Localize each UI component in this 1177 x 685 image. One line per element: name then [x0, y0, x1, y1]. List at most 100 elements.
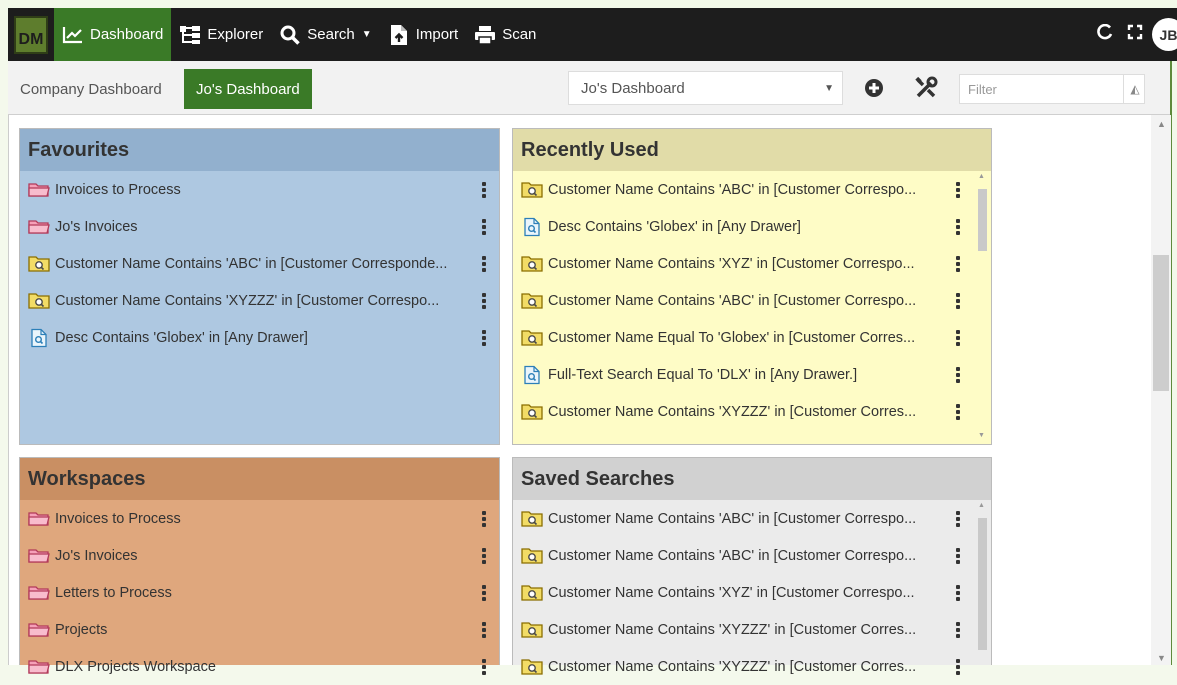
tools-icon: [915, 76, 938, 98]
folder-icon: [28, 621, 55, 638]
list-item-label: Invoices to Process: [55, 181, 181, 198]
page-scroll-thumb[interactable]: [1153, 255, 1169, 391]
fullscreen-icon[interactable]: [1120, 24, 1150, 45]
recently-used-panel: Recently Used Customer Name Contains 'AB…: [512, 128, 992, 445]
item-menu-icon[interactable]: [956, 547, 960, 564]
list-item-label: Customer Name Contains 'XYZ' in [Custome…: [548, 584, 915, 601]
saved-scroll-thumb[interactable]: [978, 518, 987, 650]
list-item[interactable]: Projects: [20, 611, 499, 648]
list-item[interactable]: Invoices to Process: [20, 171, 499, 208]
recently-used-list: Customer Name Contains 'ABC' in [Custome…: [513, 171, 991, 430]
list-item-label: Customer Name Contains 'ABC' in [Custome…: [548, 510, 917, 527]
list-item[interactable]: Customer Name Contains 'ABC' in [Custome…: [20, 245, 499, 282]
saved-search-icon: [521, 292, 548, 309]
page-scrollbar[interactable]: ▲ ▼: [1151, 115, 1171, 665]
nav-scan-button[interactable]: Scan: [466, 8, 544, 61]
folder-icon: [28, 547, 55, 564]
item-menu-icon[interactable]: [482, 621, 486, 638]
item-menu-icon[interactable]: [956, 510, 960, 527]
dashboard-select[interactable]: Jo's Dashboard ▼: [568, 71, 843, 105]
nav-import-button[interactable]: Import: [380, 8, 467, 61]
filter-input[interactable]: Filter: [959, 74, 1145, 104]
user-avatar[interactable]: JB: [1152, 18, 1177, 51]
right-edge-panel: [1170, 61, 1177, 665]
item-menu-icon[interactable]: [956, 329, 960, 346]
list-item[interactable]: Invoices to Process: [20, 500, 499, 537]
list-item[interactable]: Customer Name Contains 'XYZZZ' in [Custo…: [513, 648, 991, 685]
item-menu-icon[interactable]: [482, 218, 486, 235]
dashboard-settings-button[interactable]: [914, 76, 938, 100]
eraser-icon: ◭: [1130, 82, 1140, 96]
list-item-label: Customer Name Equal To 'Globex' in [Cust…: [548, 329, 916, 346]
item-menu-icon[interactable]: [482, 292, 486, 309]
item-menu-icon[interactable]: [956, 621, 960, 638]
top-bar: DM Dashboard Explorer Search ▼ Import Sc…: [0, 0, 1177, 61]
item-menu-icon[interactable]: [482, 658, 486, 675]
list-item[interactable]: Desc Contains 'Globex' in [Any Drawer]: [20, 319, 499, 356]
saved-search-icon: [521, 329, 548, 346]
refresh-icon[interactable]: [1090, 23, 1120, 45]
list-item[interactable]: Customer Name Contains 'XYZZZ' in [Custo…: [20, 282, 499, 319]
list-item-label: Customer Name Contains 'ABC' in [Custome…: [548, 181, 917, 198]
add-dashboard-button[interactable]: [863, 77, 885, 99]
item-menu-icon[interactable]: [482, 255, 486, 272]
recent-scroll-thumb[interactable]: [978, 189, 987, 251]
item-menu-icon[interactable]: [956, 403, 960, 420]
tab-company-dashboard[interactable]: Company Dashboard: [8, 69, 174, 109]
list-item[interactable]: DLX Projects Workspace: [20, 648, 499, 685]
document-search-icon: [521, 217, 548, 237]
list-item[interactable]: Customer Name Contains 'ABC' in [Custome…: [513, 171, 991, 208]
logo-text: DM: [14, 15, 48, 54]
document-search-icon: [28, 328, 55, 348]
nav-search-button[interactable]: Search ▼: [271, 8, 379, 61]
item-menu-icon[interactable]: [956, 292, 960, 309]
app-logo[interactable]: DM: [8, 8, 54, 61]
list-item[interactable]: Customer Name Contains 'ABC' in [Custome…: [513, 537, 991, 574]
item-menu-icon[interactable]: [956, 255, 960, 272]
tab-jos-dashboard[interactable]: Jo's Dashboard: [184, 69, 312, 109]
scroll-up-icon: ▲: [1157, 119, 1166, 129]
workspaces-panel: Workspaces Invoices to Process Jo's Invoi…: [19, 457, 500, 675]
list-item-label: Customer Name Contains 'XYZZZ' in [Custo…: [548, 658, 917, 675]
list-item[interactable]: Customer Name Contains 'XYZ' in [Custome…: [513, 245, 991, 282]
saved-searches-list: Customer Name Contains 'ABC' in [Custome…: [513, 500, 991, 685]
folder-icon: [28, 658, 55, 675]
nav-explorer-button[interactable]: Explorer: [171, 8, 271, 61]
saved-scrollbar[interactable]: ▲: [974, 500, 990, 670]
item-menu-icon[interactable]: [956, 658, 960, 675]
list-item[interactable]: Customer Name Contains 'ABC' in [Custome…: [513, 500, 991, 537]
list-item[interactable]: Jo's Invoices: [20, 537, 499, 574]
nav-dashboard-button[interactable]: Dashboard: [54, 8, 172, 61]
list-item[interactable]: Desc Contains 'Globex' in [Any Drawer]: [513, 208, 991, 245]
dashboard-toolbar: Company Dashboard Jo's Dashboard Jo's Da…: [8, 61, 1170, 115]
saved-searches-title: Saved Searches: [513, 458, 991, 500]
clear-filter-button[interactable]: ◭: [1123, 75, 1146, 103]
list-item[interactable]: Jo's Invoices: [20, 208, 499, 245]
item-menu-icon[interactable]: [956, 181, 960, 198]
scroll-down-icon: ▼: [978, 432, 985, 439]
saved-search-icon: [521, 181, 548, 198]
folder-icon: [28, 181, 55, 198]
list-item[interactable]: Customer Name Contains 'XYZZZ' in [Custo…: [513, 393, 991, 430]
item-menu-icon[interactable]: [956, 584, 960, 601]
item-menu-icon[interactable]: [482, 181, 486, 198]
list-item[interactable]: Full-Text Search Equal To 'DLX' in [Any …: [513, 356, 991, 393]
list-item-label: Customer Name Contains 'XYZ' in [Custome…: [548, 255, 915, 272]
list-item[interactable]: Customer Name Equal To 'Globex' in [Cust…: [513, 319, 991, 356]
item-menu-icon[interactable]: [956, 218, 960, 235]
recent-scrollbar[interactable]: ▲ ▼: [974, 171, 990, 441]
item-menu-icon[interactable]: [482, 329, 486, 346]
item-menu-icon[interactable]: [482, 547, 486, 564]
file-import-icon: [388, 24, 410, 46]
item-menu-icon[interactable]: [956, 366, 960, 383]
list-item[interactable]: Letters to Process: [20, 574, 499, 611]
recently-used-title: Recently Used: [513, 129, 991, 171]
item-menu-icon[interactable]: [482, 584, 486, 601]
list-item[interactable]: Customer Name Contains 'XYZ' in [Custome…: [513, 574, 991, 611]
list-item[interactable]: Customer Name Contains 'XYZZZ' in [Custo…: [513, 611, 991, 648]
list-item[interactable]: Customer Name Contains 'ABC' in [Custome…: [513, 282, 991, 319]
scroll-down-icon: ▼: [1157, 653, 1166, 663]
saved-searches-panel: Saved Searches Customer Name Contains 'A…: [512, 457, 992, 675]
item-menu-icon[interactable]: [482, 510, 486, 527]
workspaces-list: Invoices to Process Jo's Invoices Letters …: [20, 500, 499, 685]
